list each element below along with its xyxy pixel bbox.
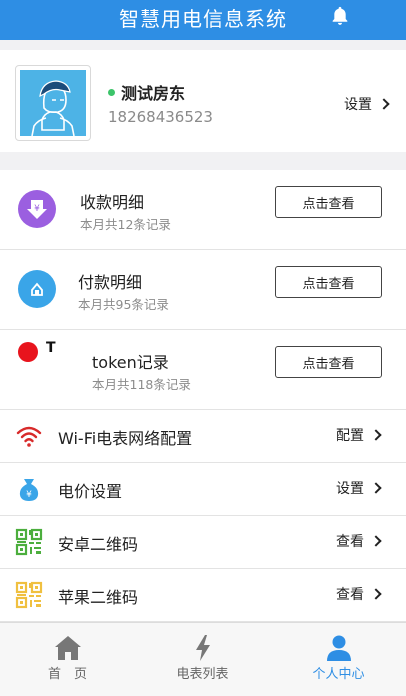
- menu-action-label: 查看: [336, 534, 364, 550]
- chevron-right-icon: [370, 482, 382, 494]
- tab-home[interactable]: 首 页: [0, 623, 135, 696]
- chevron-right-icon: [370, 535, 382, 547]
- tab-personal-center[interactable]: 个人中心: [271, 623, 406, 696]
- menu-action[interactable]: 配置: [336, 425, 382, 445]
- menu-action[interactable]: 查看: [336, 584, 382, 604]
- menu-item-price-settings[interactable]: ¥ 电价设置 设置: [0, 463, 406, 516]
- menu-item-apple-qr[interactable]: 苹果二维码 查看: [0, 569, 406, 622]
- person-icon: [324, 633, 354, 663]
- view-token-button[interactable]: 点击查看: [275, 346, 382, 378]
- money-bag-icon: ¥: [14, 475, 44, 503]
- record-subtitle: 本月共118条记录: [92, 377, 191, 392]
- payment-icon: [18, 270, 56, 308]
- record-row-income: ¥ 收款明细 本月共12条记录 点击查看: [0, 170, 406, 250]
- profile-card: 测试房东 18268436523 设置: [0, 50, 406, 152]
- record-subtitle: 本月共95条记录: [78, 297, 169, 312]
- svg-text:¥: ¥: [34, 204, 40, 214]
- token-icon: T: [18, 340, 62, 364]
- record-title: 付款明细: [78, 273, 143, 292]
- view-income-button[interactable]: 点击查看: [275, 186, 382, 218]
- record-row-payment: 付款明细 本月共95条记录 点击查看: [0, 250, 406, 330]
- menu-action-label: 设置: [336, 481, 364, 497]
- lightning-icon: [188, 633, 218, 663]
- menu-action[interactable]: 查看: [336, 531, 382, 551]
- bell-icon[interactable]: [329, 5, 351, 29]
- profile-name-row: 测试房东: [108, 80, 185, 104]
- online-status-dot: [108, 88, 115, 96]
- home-icon: [53, 633, 83, 663]
- settings-menu: Wi-Fi电表网络配置 配置 ¥ 电价设置 设置 安卓二维码 查看 苹果二维码 …: [0, 410, 406, 622]
- records-list: ¥ 收款明细 本月共12条记录 点击查看 付款明细 本月共95条记录 点击查看 …: [0, 170, 406, 410]
- qr-code-icon: [14, 528, 44, 556]
- menu-action-label: 查看: [336, 587, 364, 603]
- tab-label: 首 页: [47, 667, 87, 682]
- menu-item-android-qr[interactable]: 安卓二维码 查看: [0, 516, 406, 569]
- chevron-right-icon: [370, 429, 382, 441]
- record-subtitle: 本月共12条记录: [80, 217, 171, 232]
- menu-action[interactable]: 设置: [336, 478, 382, 498]
- wifi-icon: [14, 422, 44, 450]
- income-icon: ¥: [18, 190, 56, 228]
- menu-action-label: 配置: [336, 428, 364, 444]
- menu-label: 安卓二维码: [58, 535, 139, 554]
- profile-name: 测试房东: [121, 84, 186, 103]
- record-row-token: T token记录 本月共118条记录 点击查看: [0, 330, 406, 410]
- menu-label: Wi-Fi电表网络配置: [58, 429, 193, 448]
- record-title: token记录: [92, 353, 169, 372]
- menu-label: 电价设置: [58, 482, 123, 501]
- svg-text:¥: ¥: [26, 490, 32, 500]
- tab-meter-list[interactable]: 电表列表: [135, 623, 270, 696]
- bottom-tab-bar: 首 页 电表列表 个人中心: [0, 622, 406, 696]
- chevron-right-icon: [378, 98, 390, 110]
- view-payment-button[interactable]: 点击查看: [275, 266, 382, 298]
- record-title: 收款明细: [80, 193, 145, 212]
- avatar[interactable]: [15, 65, 91, 141]
- app-screen: 智慧用电信息系统 测试房东 18268436523 设置 ¥ 收款明细 本月共1…: [0, 0, 406, 696]
- tab-label: 个人中心: [312, 667, 365, 682]
- header-bar: 智慧用电信息系统: [0, 0, 406, 40]
- qr-code-icon: [14, 581, 44, 609]
- profile-settings-link[interactable]: 设置: [344, 94, 390, 114]
- profile-phone: 18268436523: [108, 108, 213, 126]
- tab-label: 电表列表: [176, 667, 229, 682]
- profile-settings-label: 设置: [344, 97, 372, 113]
- menu-label: 苹果二维码: [58, 588, 139, 607]
- menu-item-wifi-config[interactable]: Wi-Fi电表网络配置 配置: [0, 410, 406, 463]
- chevron-right-icon: [370, 588, 382, 600]
